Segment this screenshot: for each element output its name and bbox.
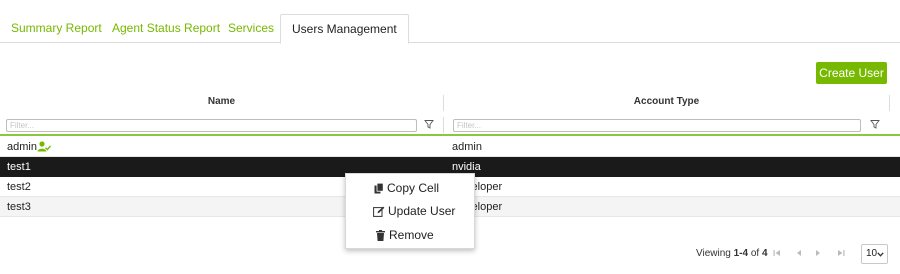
context-menu-update-user[interactable]: Update User [346,200,476,222]
tab-summary-report[interactable]: Summary Report [0,14,113,43]
context-menu: Copy Cell Update User Remove [345,173,475,249]
create-user-button[interactable]: Create User [816,62,887,84]
tab-bar: Summary Report Agent Status Report Servi… [0,14,900,44]
account-type-filter-input[interactable] [453,119,861,132]
table-row[interactable]: admin admin [0,137,900,157]
last-page-button[interactable] [834,246,848,262]
viewing-prefix: Viewing [696,248,734,259]
previous-page-button[interactable] [792,246,806,262]
context-menu-label: Update User [388,204,456,218]
viewing-of: of [748,248,762,259]
filter-icon[interactable] [870,119,880,129]
first-page-button[interactable] [770,246,784,262]
context-menu-label: Remove [389,228,434,242]
edit-icon [373,206,385,217]
cell-account-type: admin [452,141,482,153]
viewing-range: 1-4 [733,248,749,259]
viewing-summary: Viewing 1-4 of 4 [696,248,768,259]
last-page-icon [838,250,845,256]
filter-row [0,114,900,136]
copy-icon [374,183,384,194]
tab-services[interactable]: Services [217,14,285,43]
page-size-select[interactable]: 10 [861,244,888,264]
cell-name: test1 [7,161,31,173]
column-separator[interactable] [889,95,890,111]
current-user-icon [37,141,51,152]
cell-name: test2 [7,181,31,193]
page-size-value: 10 [866,248,878,259]
tab-users-management[interactable]: Users Management [280,14,409,44]
grid-header: Name Account Type [0,92,900,114]
column-separator [443,117,444,133]
trash-icon [376,230,385,241]
context-menu-label: Copy Cell [387,181,440,195]
column-header-account-type[interactable]: Account Type [444,92,889,114]
next-page-button[interactable] [811,246,825,262]
previous-page-icon [797,250,801,256]
column-header-name[interactable]: Name [0,92,443,114]
first-page-icon [773,250,780,256]
context-menu-remove[interactable]: Remove [346,224,476,246]
next-page-icon [816,250,820,256]
filter-icon[interactable] [424,119,434,129]
cell-name: test3 [7,201,31,213]
cell-name: admin [7,141,37,153]
context-menu-copy-cell[interactable]: Copy Cell [346,177,476,199]
name-filter-input[interactable] [6,119,417,132]
chevron-down-icon [877,252,884,257]
viewing-total: 4 [761,248,768,259]
tab-agent-status-report[interactable]: Agent Status Report [101,14,231,43]
